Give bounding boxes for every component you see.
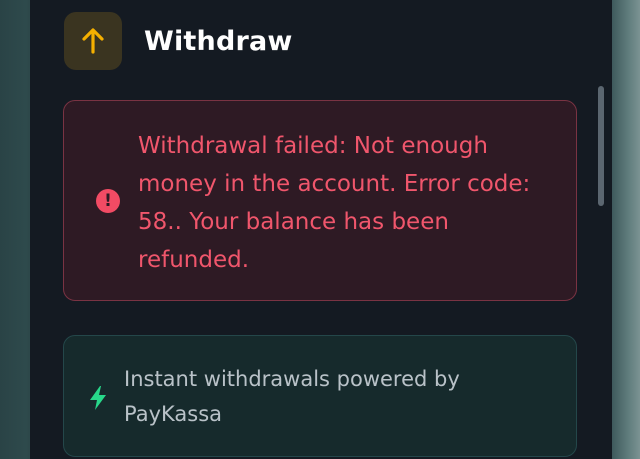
arrow-up-icon — [64, 12, 122, 70]
info-message: Instant withdrawals powered by PayKassa — [124, 367, 460, 426]
page-title: Withdraw — [144, 25, 293, 57]
info-banner: Instant withdrawals powered by PayKassa — [63, 335, 577, 457]
scrollbar[interactable] — [598, 86, 604, 206]
error-alert: ! Withdrawal failed: Not enough money in… — [63, 100, 577, 301]
lightning-bolt-icon — [90, 386, 106, 410]
error-message: Withdrawal failed: Not enough money in t… — [138, 133, 531, 273]
background-right — [610, 0, 640, 459]
withdraw-header: Withdraw — [64, 12, 293, 70]
exclamation-circle-icon: ! — [96, 189, 120, 213]
